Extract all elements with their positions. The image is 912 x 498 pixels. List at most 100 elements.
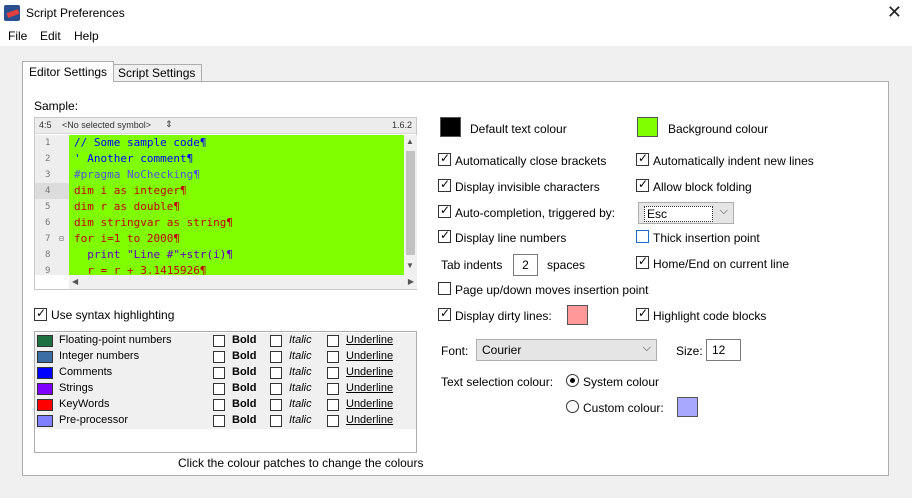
bold-checkbox[interactable] <box>213 335 225 347</box>
symbol-selector[interactable]: <No selected symbol> <box>62 120 151 130</box>
italic-checkbox[interactable] <box>270 415 282 427</box>
colour-patch[interactable] <box>37 367 53 379</box>
autocomplete-trigger-select[interactable]: Esc ⌵ <box>638 202 734 224</box>
italic-label: Italic <box>289 334 312 346</box>
autocomplete-checkbox[interactable] <box>438 203 451 218</box>
underline-checkbox[interactable] <box>327 399 339 411</box>
dirty-lines-checkbox[interactable] <box>438 306 451 321</box>
background-colour-swatch[interactable] <box>637 117 658 137</box>
list-item: Pre-processor Bold Italic Underline <box>35 413 416 429</box>
underline-checkbox[interactable] <box>327 335 339 347</box>
syntax-item-name: KeyWords <box>59 398 110 410</box>
use-syntax-highlighting-checkbox[interactable] <box>34 306 47 321</box>
list-item: Floating-point numbers Bold Italic Under… <box>35 333 416 349</box>
italic-label: Italic <box>289 398 312 410</box>
bold-checkbox[interactable] <box>213 351 225 363</box>
italic-checkbox[interactable] <box>270 399 282 411</box>
underline-checkbox[interactable] <box>327 383 339 395</box>
code-line-comment: ' Another comment¶ <box>74 152 194 165</box>
highlight-blocks-checkbox[interactable] <box>636 306 649 321</box>
syntax-item-name: Integer numbers <box>59 350 140 362</box>
dirty-lines-label: Display dirty lines: <box>455 309 552 323</box>
custom-selection-colour-swatch[interactable] <box>677 397 698 417</box>
close-brackets-label: Automatically close brackets <box>455 154 607 168</box>
system-colour-label: System colour <box>583 375 660 389</box>
font-select[interactable]: Courier ⌵ <box>476 339 657 361</box>
code-line-string: print "Line #"+str(i)¶ <box>74 248 233 261</box>
syntax-item-name: Comments <box>59 366 113 378</box>
indent-lines-label: Automatically indent new lines <box>653 154 814 168</box>
scroll-up-icon[interactable]: ▲ <box>406 137 414 146</box>
editor-horizontal-scrollbar[interactable]: ◀ ▶ <box>69 275 417 289</box>
tab-editor-settings[interactable]: Editor Settings <box>22 61 115 82</box>
underline-checkbox[interactable] <box>327 415 339 427</box>
tab-indents-input[interactable]: 2 <box>513 254 538 276</box>
colour-patch[interactable] <box>37 399 53 411</box>
close-icon[interactable]: ✕ <box>887 2 902 22</box>
bold-checkbox[interactable] <box>213 399 225 411</box>
bold-label: Bold <box>232 350 257 362</box>
editor-version: 1.6.2 <box>391 120 412 130</box>
close-brackets-checkbox[interactable] <box>438 151 451 166</box>
line-numbers-checkbox[interactable] <box>438 228 451 243</box>
thick-insertion-label: Thick insertion point <box>653 231 760 245</box>
code-area[interactable]: // Some sample code¶ ' Another comment¶ … <box>69 135 404 275</box>
scroll-right-icon[interactable]: ▶ <box>408 277 414 286</box>
autocomplete-trigger-value: Esc <box>644 206 714 222</box>
bold-checkbox[interactable] <box>213 415 225 427</box>
colour-patch[interactable] <box>37 415 53 427</box>
menu-bar: File Edit Help <box>0 26 912 46</box>
page-updown-checkbox[interactable] <box>438 282 451 295</box>
italic-checkbox[interactable] <box>270 351 282 363</box>
line-number: 8 <box>45 250 51 260</box>
scroll-down-icon[interactable]: ▼ <box>406 261 414 270</box>
italic-checkbox[interactable] <box>270 383 282 395</box>
chevron-down-icon: ⌵ <box>719 205 728 217</box>
editor-vertical-scrollbar[interactable]: ▲ ▼ <box>404 135 417 275</box>
underline-label: Underline <box>346 366 394 378</box>
line-number: 3 <box>45 170 51 180</box>
colour-patch[interactable] <box>37 383 53 395</box>
bold-checkbox[interactable] <box>213 383 225 395</box>
underline-checkbox[interactable] <box>327 351 339 363</box>
block-folding-label: Allow block folding <box>653 180 752 194</box>
line-number: 7 ⊟ <box>35 231 69 247</box>
home-end-checkbox[interactable] <box>636 254 649 269</box>
line-numbers-label: Display line numbers <box>455 231 567 245</box>
invisible-chars-checkbox[interactable] <box>438 177 451 192</box>
sample-editor[interactable]: 4:5 <No selected symbol> ⇕ 1.6.2 1 2 3 4… <box>34 117 417 290</box>
system-colour-radio[interactable] <box>566 374 579 387</box>
colour-patch[interactable] <box>37 351 53 363</box>
line-number-gutter: 1 2 3 4 5 6 7 ⊟ 8 9 <box>35 135 69 276</box>
line-number: 2 <box>45 154 51 164</box>
dirty-lines-colour-swatch[interactable] <box>567 305 588 325</box>
line-number: 4 <box>35 183 69 199</box>
symbol-selector-arrow-icon[interactable]: ⇕ <box>165 119 173 130</box>
italic-checkbox[interactable] <box>270 335 282 347</box>
thick-insertion-checkbox[interactable] <box>636 230 649 243</box>
colour-patch[interactable] <box>37 335 53 347</box>
menu-help[interactable]: Help <box>74 29 99 43</box>
block-folding-checkbox[interactable] <box>636 177 649 192</box>
spaces-label: spaces <box>547 258 586 272</box>
code-line: dim i as integer¶ <box>74 184 187 197</box>
menu-file[interactable]: File <box>8 29 27 43</box>
scroll-thumb[interactable] <box>406 151 415 255</box>
code-line: dim r as double¶ <box>74 200 180 213</box>
tab-script-settings[interactable]: Script Settings <box>111 64 203 82</box>
background-colour-label: Background colour <box>668 122 769 136</box>
home-end-label: Home/End on current line <box>653 257 790 271</box>
invisible-chars-label: Display invisible characters <box>455 180 600 194</box>
bold-label: Bold <box>232 398 257 410</box>
underline-checkbox[interactable] <box>327 367 339 379</box>
font-size-input[interactable]: 12 <box>706 339 741 361</box>
indent-lines-checkbox[interactable] <box>636 151 649 166</box>
italic-label: Italic <box>289 382 312 394</box>
bold-checkbox[interactable] <box>213 367 225 379</box>
default-text-colour-swatch[interactable] <box>440 117 461 137</box>
menu-edit[interactable]: Edit <box>40 29 61 43</box>
fold-icon[interactable]: ⊟ <box>59 231 64 247</box>
scroll-left-icon[interactable]: ◀ <box>72 277 78 286</box>
custom-colour-radio[interactable] <box>566 400 579 413</box>
italic-checkbox[interactable] <box>270 367 282 379</box>
